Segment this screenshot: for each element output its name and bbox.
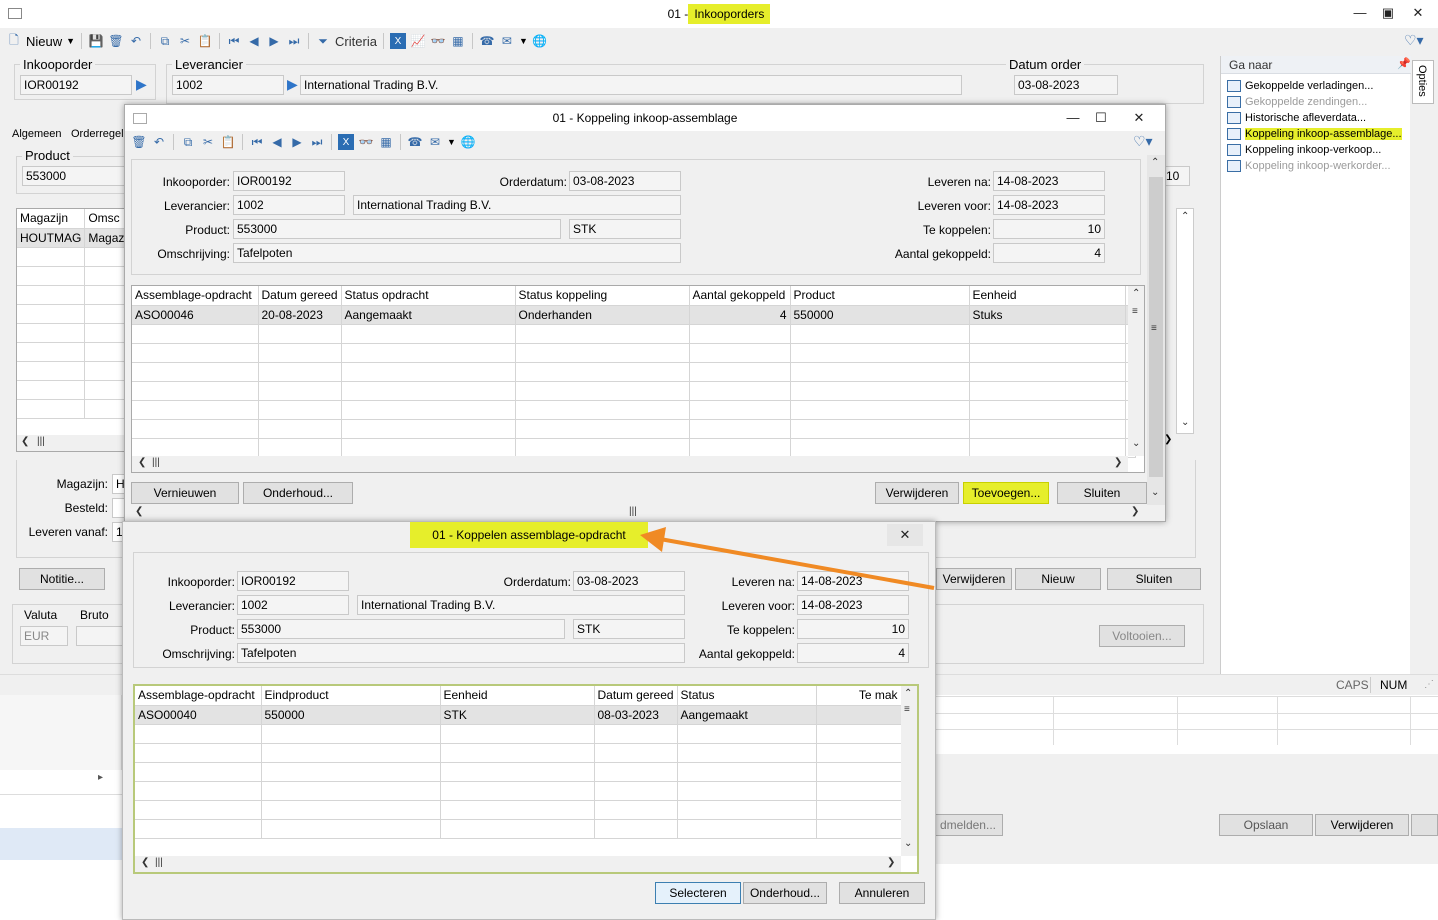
annotation-arrow (640, 527, 935, 590)
